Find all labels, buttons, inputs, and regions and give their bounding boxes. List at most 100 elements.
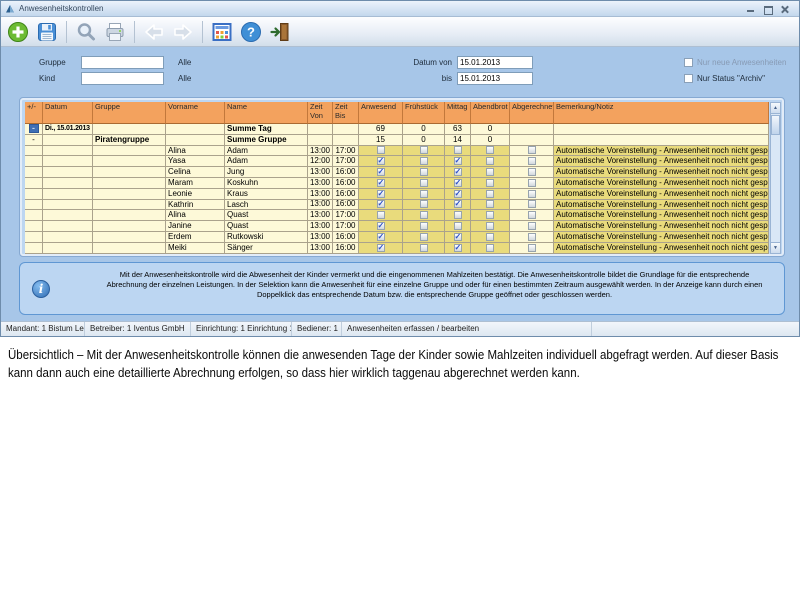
- abgerechnet-checkbox[interactable]: [528, 222, 536, 230]
- abendbrot-checkbox[interactable]: [486, 179, 494, 187]
- nur-neue-checkbox[interactable]: [684, 58, 693, 67]
- column-header-10[interactable]: Abendbrot: [471, 102, 510, 124]
- scrollbar-thumb[interactable]: [771, 115, 780, 135]
- abgerechnet-checkbox[interactable]: [528, 200, 536, 208]
- fruehstueck-checkbox[interactable]: [420, 233, 428, 241]
- navigate-forward-button[interactable]: [170, 19, 196, 45]
- calendar-button[interactable]: [209, 19, 235, 45]
- column-header-8[interactable]: Frühstück: [403, 102, 445, 124]
- column-header-6[interactable]: Zeit Bis: [333, 102, 359, 124]
- close-icon[interactable]: [780, 5, 789, 13]
- search-button[interactable]: [73, 19, 99, 45]
- fruehstueck-checkbox[interactable]: [420, 146, 428, 154]
- mittag-checkbox[interactable]: ✓: [454, 157, 462, 165]
- fruehstueck-checkbox[interactable]: [420, 168, 428, 176]
- column-header-2[interactable]: Gruppe: [93, 102, 166, 124]
- mittag-checkbox[interactable]: [454, 146, 462, 154]
- mittag-checkbox[interactable]: ✓: [454, 200, 462, 208]
- abgerechnet-checkbox[interactable]: [528, 190, 536, 198]
- abgerechnet-checkbox[interactable]: [528, 157, 536, 165]
- abendbrot-checkbox[interactable]: [486, 168, 494, 176]
- save-button[interactable]: [34, 19, 60, 45]
- minimize-icon[interactable]: [746, 5, 755, 13]
- fruehstueck-checkbox[interactable]: [420, 190, 428, 198]
- mittag-checkbox[interactable]: ✓: [454, 244, 462, 252]
- attendance-row[interactable]: MeikiSänger13:0016:00✓✓Automatische Vore…: [25, 243, 769, 254]
- mittag-checkbox[interactable]: [454, 222, 462, 230]
- navigate-back-button[interactable]: [141, 19, 167, 45]
- abgerechnet-checkbox[interactable]: [528, 244, 536, 252]
- exit-button[interactable]: [267, 19, 293, 45]
- vertical-scrollbar[interactable]: ▲ ▼: [770, 102, 781, 254]
- attendance-row[interactable]: YasaAdam12:0017:00✓✓Automatische Voreins…: [25, 156, 769, 167]
- gruppe-input[interactable]: [81, 56, 164, 69]
- anwesend-checkbox[interactable]: ✓: [377, 168, 385, 176]
- column-header-7[interactable]: Anwesend: [359, 102, 403, 124]
- abgerechnet-checkbox[interactable]: [528, 146, 536, 154]
- abgerechnet-checkbox[interactable]: [528, 211, 536, 219]
- mittag-checkbox[interactable]: ✓: [454, 190, 462, 198]
- column-header-11[interactable]: Abgerechnet: [510, 102, 554, 124]
- anwesend-checkbox[interactable]: ✓: [377, 157, 385, 165]
- anwesend-checkbox[interactable]: [377, 146, 385, 154]
- kind-input[interactable]: [81, 72, 164, 85]
- column-header-1[interactable]: Datum: [43, 102, 93, 124]
- column-header-3[interactable]: Vorname: [166, 102, 225, 124]
- fruehstueck-checkbox[interactable]: [420, 157, 428, 165]
- anwesend-checkbox[interactable]: ✓: [377, 190, 385, 198]
- abendbrot-checkbox[interactable]: [486, 200, 494, 208]
- attendance-row[interactable]: ErdemRutkowski13:0016:00✓✓Automatische V…: [25, 232, 769, 243]
- title-bar[interactable]: Anwesenheitskontrollen: [1, 1, 799, 17]
- column-header-4[interactable]: Name: [225, 102, 308, 124]
- fruehstueck-checkbox[interactable]: [420, 244, 428, 252]
- abendbrot-checkbox[interactable]: [486, 211, 494, 219]
- datum-von-input[interactable]: [457, 56, 533, 69]
- fruehstueck-checkbox[interactable]: [420, 200, 428, 208]
- attendance-row[interactable]: CelinaJung13:0016:00✓✓Automatische Vorei…: [25, 167, 769, 178]
- summary-row[interactable]: -Di., 15.01.2013Summe Tag690630: [25, 124, 769, 135]
- anwesend-checkbox[interactable]: ✓: [377, 244, 385, 252]
- column-header-9[interactable]: Mittag: [445, 102, 471, 124]
- attendance-row[interactable]: LeonieKraus13:0016:00✓✓Automatische Vore…: [25, 189, 769, 200]
- mittag-checkbox[interactable]: ✓: [454, 179, 462, 187]
- abgerechnet-checkbox[interactable]: [528, 168, 536, 176]
- anwesend-checkbox[interactable]: ✓: [377, 179, 385, 187]
- mittag-checkbox[interactable]: [454, 211, 462, 219]
- fruehstueck-checkbox[interactable]: [420, 179, 428, 187]
- fruehstueck-checkbox[interactable]: [420, 211, 428, 219]
- anwesend-checkbox[interactable]: [377, 211, 385, 219]
- mittag-checkbox[interactable]: ✓: [454, 233, 462, 241]
- anwesend-checkbox[interactable]: ✓: [377, 200, 385, 208]
- fruehstueck-checkbox[interactable]: [420, 222, 428, 230]
- help-button[interactable]: ?: [238, 19, 264, 45]
- abendbrot-checkbox[interactable]: [486, 157, 494, 165]
- attendance-row[interactable]: JanineQuast13:0017:00✓Automatische Vorei…: [25, 221, 769, 232]
- scroll-down-icon[interactable]: ▼: [771, 242, 780, 253]
- maximize-icon[interactable]: [763, 5, 772, 13]
- abendbrot-checkbox[interactable]: [486, 222, 494, 230]
- expander-cell[interactable]: -: [25, 135, 43, 146]
- anwesend-checkbox[interactable]: ✓: [377, 233, 385, 241]
- abgerechnet-checkbox[interactable]: [528, 179, 536, 187]
- column-header-12[interactable]: Bemerkung/Notiz: [554, 102, 769, 124]
- column-header-5[interactable]: Zeit Von: [308, 102, 333, 124]
- column-header-0[interactable]: +/-: [25, 102, 43, 124]
- abendbrot-checkbox[interactable]: [486, 233, 494, 241]
- attendance-row[interactable]: MaramKoskuhn13:0016:00✓✓Automatische Vor…: [25, 178, 769, 189]
- scroll-up-icon[interactable]: ▲: [771, 103, 780, 114]
- add-button[interactable]: [5, 19, 31, 45]
- summary-row[interactable]: -PiratengruppeSumme Gruppe150140: [25, 135, 769, 146]
- print-button[interactable]: [102, 19, 128, 45]
- attendance-row[interactable]: AlinaAdam13:0017:00Automatische Voreinst…: [25, 146, 769, 157]
- abgerechnet-checkbox[interactable]: [528, 233, 536, 241]
- collapse-icon[interactable]: -: [29, 124, 39, 133]
- abendbrot-checkbox[interactable]: [486, 146, 494, 154]
- mittag-checkbox[interactable]: ✓: [454, 168, 462, 176]
- abendbrot-checkbox[interactable]: [486, 244, 494, 252]
- nur-archiv-checkbox[interactable]: [684, 74, 693, 83]
- anwesend-checkbox[interactable]: ✓: [377, 222, 385, 230]
- bis-input[interactable]: [457, 72, 533, 85]
- abendbrot-checkbox[interactable]: [486, 190, 494, 198]
- attendance-row[interactable]: KathrinLasch13:0016:00✓✓Automatische Vor…: [25, 200, 769, 211]
- attendance-row[interactable]: AlinaQuast13:0017:00Automatische Voreins…: [25, 210, 769, 221]
